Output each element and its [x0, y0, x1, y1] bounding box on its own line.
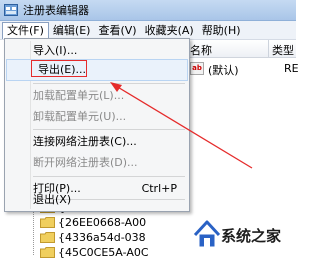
watermark-text: 系统之家: [221, 227, 282, 245]
house-logo-icon: [193, 219, 221, 248]
watermark: 系统之家: [192, 212, 296, 255]
